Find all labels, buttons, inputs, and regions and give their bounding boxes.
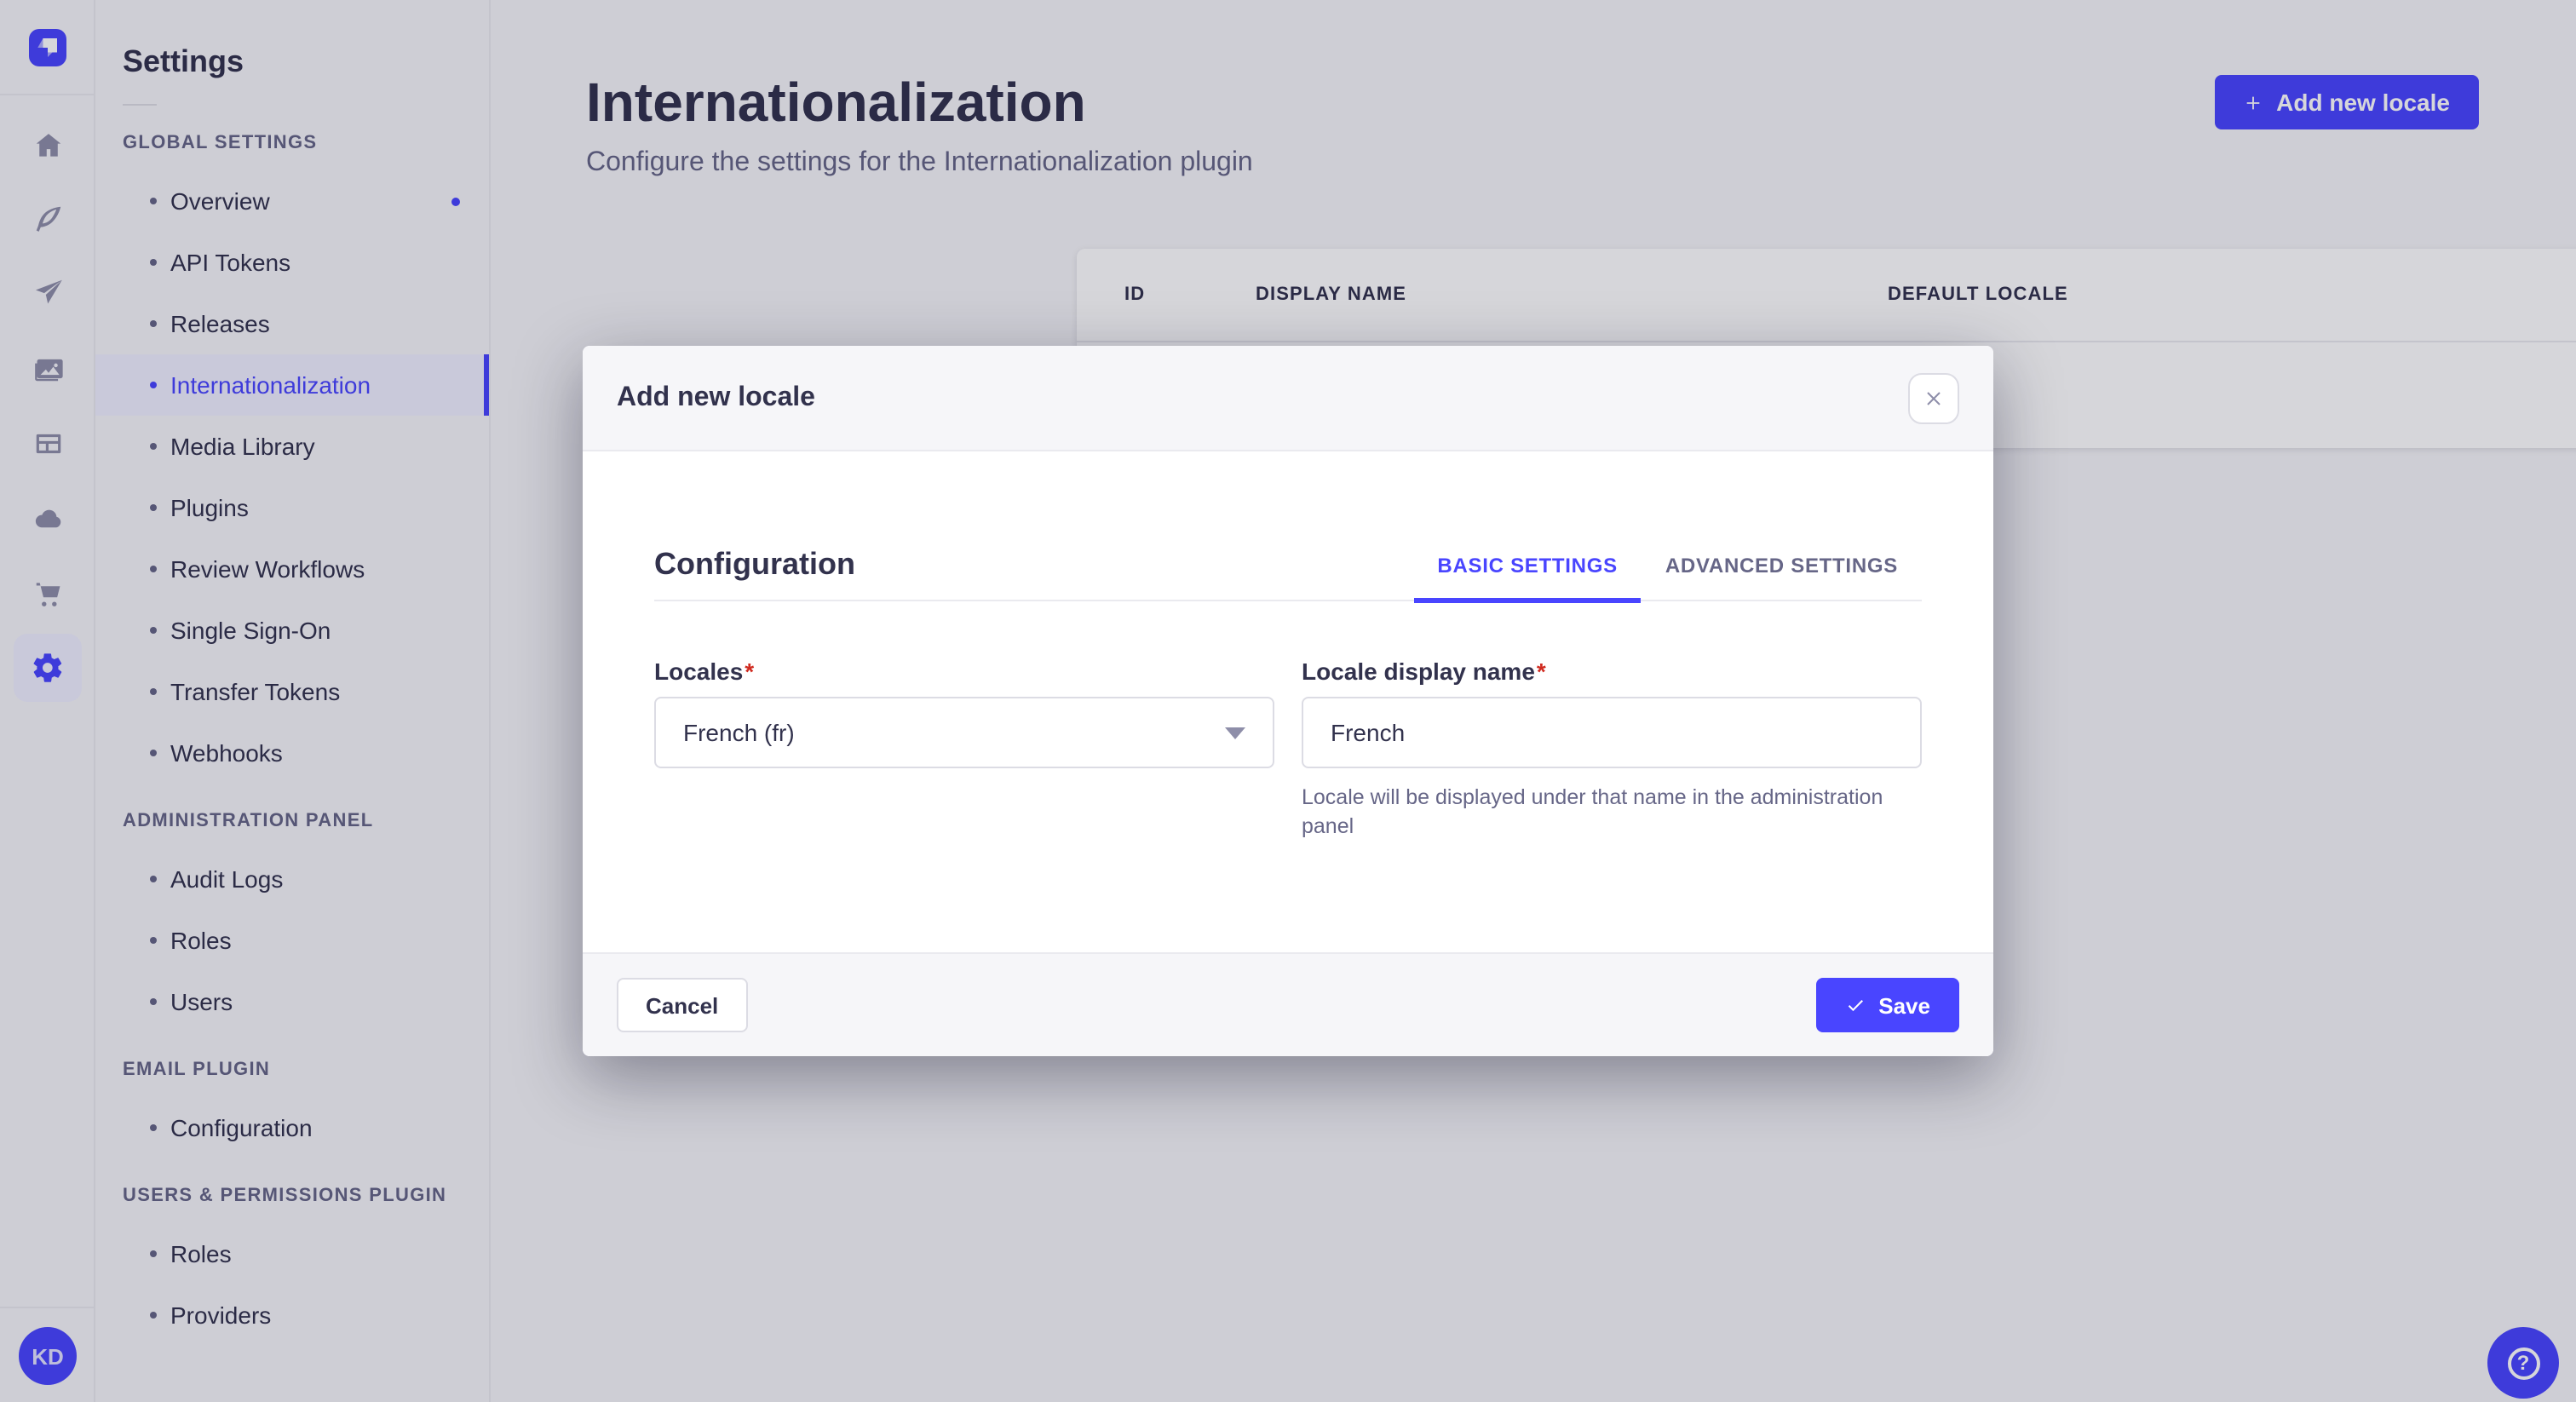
modal-header: Add new locale [583,346,1993,451]
locales-field: Locales * French (fr) [654,658,1274,842]
required-asterisk: * [745,658,755,685]
display-name-input[interactable] [1302,697,1922,768]
save-button[interactable]: Save [1815,978,1959,1032]
close-modal-button[interactable] [1908,373,1959,424]
modal-footer: Cancel Save [583,952,1993,1056]
configuration-header-row: Configuration BASIC SETTINGS ADVANCED SE… [654,530,1922,603]
add-locale-modal: Add new locale Configuration BASIC SETTI… [583,346,1993,1056]
display-name-hint: Locale will be displayed under that name… [1302,785,1883,838]
configuration-title: Configuration [654,547,855,581]
required-asterisk: * [1536,658,1546,685]
strapi-settings-page: KD Settings GLOBAL SETTINGS Overview API… [0,0,2576,1402]
close-icon [1927,392,1941,405]
display-name-label: Locale display name * [1302,658,1546,685]
modal-body: Configuration BASIC SETTINGS ADVANCED SE… [583,451,1993,952]
form-fields-row: Locales * French (fr) Locale display name… [654,658,1922,842]
settings-tabs: BASIC SETTINGS ADVANCED SETTINGS [1413,530,1922,603]
locales-label: Locales * [654,658,755,685]
cancel-button[interactable]: Cancel [617,978,748,1032]
tab-advanced-settings[interactable]: ADVANCED SETTINGS [1642,530,1922,600]
locales-select[interactable]: French (fr) [654,697,1274,768]
tab-basic-settings[interactable]: BASIC SETTINGS [1413,530,1642,603]
display-name-field: Locale display name* Locale will be disp… [1302,658,1922,842]
modal-title: Add new locale [617,382,815,411]
locales-select-value: French (fr) [683,719,795,746]
checkmark-icon [1848,1000,1863,1012]
chevron-down-icon [1225,727,1245,738]
